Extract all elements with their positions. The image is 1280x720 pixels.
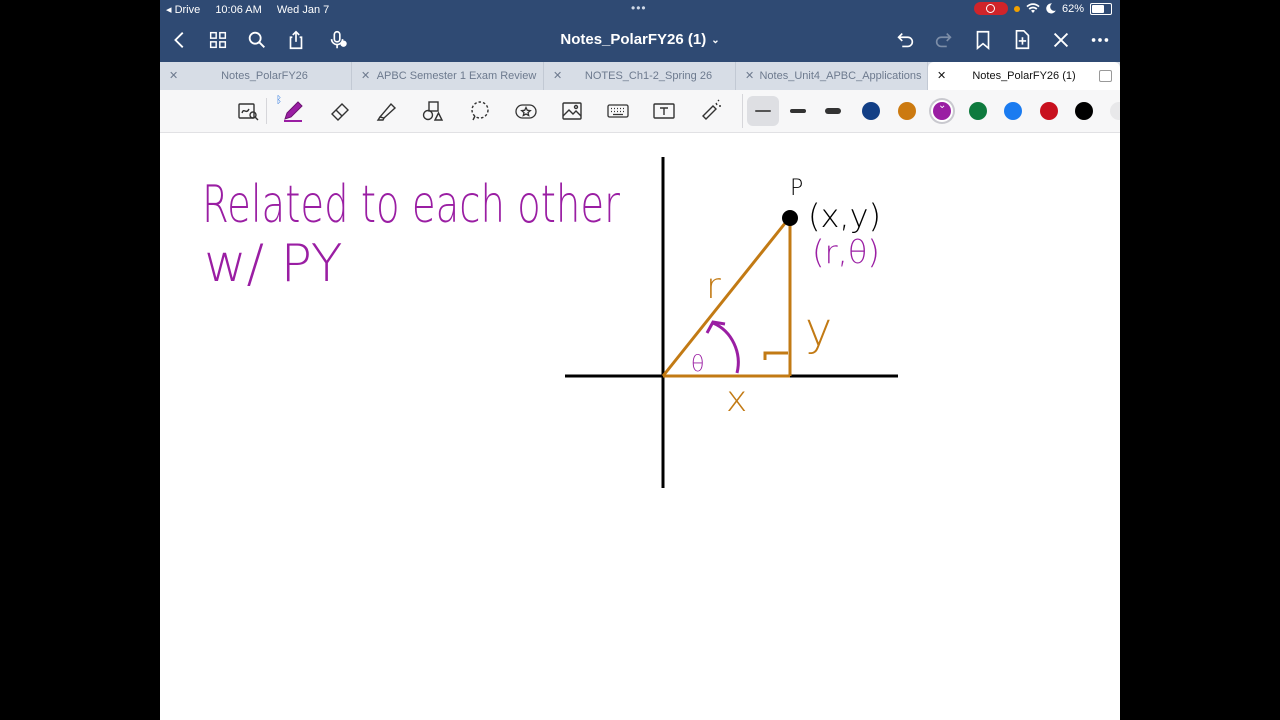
color-swatch[interactable] xyxy=(933,100,951,120)
stroke-medium-option[interactable] xyxy=(782,96,814,126)
chevron-down-icon: ⌄ xyxy=(711,35,720,46)
more-icon xyxy=(1091,38,1109,42)
multitask-dots[interactable]: ••• xyxy=(631,1,647,15)
more-button[interactable] xyxy=(1086,26,1114,54)
status-right: 62% xyxy=(973,2,1112,15)
image-icon xyxy=(562,102,582,120)
highlighter-tool[interactable] xyxy=(371,97,401,125)
tab-notes-polarfy26-1[interactable]: ✕ Notes_PolarFY26 (1) xyxy=(928,62,1120,90)
status-time: 10:06 AM xyxy=(215,4,262,16)
tab-notes-unit4[interactable]: ✕ Notes_Unit4_APBC_Applications xyxy=(736,62,928,90)
highlighter-icon xyxy=(376,102,397,121)
close-tab-icon[interactable]: ✕ xyxy=(361,69,370,82)
color-swatch[interactable] xyxy=(1039,102,1058,120)
angle-arc xyxy=(712,321,740,374)
battery-percent: 62% xyxy=(1061,2,1084,15)
toolbar-divider xyxy=(266,98,267,124)
r-label: r xyxy=(706,266,721,307)
sticker-tool[interactable] xyxy=(511,97,541,125)
undo-icon xyxy=(897,32,914,48)
laser-pointer-tool[interactable] xyxy=(696,97,726,125)
bookmark-icon xyxy=(976,30,990,51)
shapes-icon xyxy=(422,101,444,121)
handwritten-text-line-1: Related to each other xyxy=(202,175,620,235)
close-icon xyxy=(1053,32,1069,48)
color-swatch[interactable] xyxy=(968,102,987,120)
undo-button[interactable] xyxy=(891,26,919,54)
polar-coordinates-label: (r,θ) xyxy=(812,233,880,271)
add-page-icon xyxy=(1015,30,1030,50)
note-page-canvas[interactable]: Related to each other w/ PY P (x,y) (r,θ… xyxy=(160,133,1120,720)
color-swatch[interactable] xyxy=(1075,102,1093,120)
cartesian-coordinates-label: (x,y) xyxy=(808,197,881,235)
tab-apbc-semester-exam[interactable]: ✕ APBC Semester 1 Exam Review xyxy=(352,62,544,90)
document-tab-bar: ✕ Notes_PolarFY26 ✕ APBC Semester 1 Exam… xyxy=(160,62,1120,90)
close-document-button[interactable] xyxy=(1047,26,1075,54)
bookmark-button[interactable] xyxy=(969,26,997,54)
keyboard-icon xyxy=(607,104,629,118)
image-tool[interactable] xyxy=(557,97,587,125)
document-navbar: Notes_PolarFY26 (1) ⌄ xyxy=(160,18,1120,62)
point-p-label: P xyxy=(790,176,803,201)
laser-pointer-icon xyxy=(702,99,721,120)
zoom-window-icon xyxy=(238,103,259,121)
ink-layer[interactable]: Related to each other w/ PY P (x,y) (r,θ… xyxy=(160,133,1120,720)
close-tab-icon[interactable]: ✕ xyxy=(937,69,946,82)
color-swatch-more[interactable] xyxy=(1110,102,1120,120)
ipad-screen: ◂ Drive 10:06 AM Wed Jan 7 ••• 62% Notes… xyxy=(160,0,1120,720)
keyboard-tool[interactable] xyxy=(603,97,633,125)
add-page-button[interactable] xyxy=(1008,26,1036,54)
moon-icon xyxy=(1046,3,1056,14)
color-swatch[interactable] xyxy=(862,102,880,120)
toolbar-divider xyxy=(742,94,743,128)
stroke-thick-option[interactable] xyxy=(817,96,849,126)
handwritten-text-line-2: w/ PY xyxy=(204,234,343,294)
lasso-tool[interactable] xyxy=(465,97,495,125)
y-leg-label: y xyxy=(805,302,832,356)
close-tab-icon[interactable]: ✕ xyxy=(169,69,178,82)
color-swatch[interactable] xyxy=(897,102,916,120)
x-leg-label: x xyxy=(726,379,747,420)
annotation-toolbar: ᛒ xyxy=(160,90,1120,133)
theta-label: θ xyxy=(691,352,704,377)
pen-icon xyxy=(284,101,303,122)
lasso-icon xyxy=(471,101,489,121)
shapes-tool[interactable] xyxy=(418,97,448,125)
close-tab-icon[interactable]: ✕ xyxy=(553,69,562,82)
status-date: Wed Jan 7 xyxy=(276,4,330,16)
screen-record-icon[interactable] xyxy=(973,2,1008,15)
text-box-icon xyxy=(653,103,675,119)
eraser-icon xyxy=(331,103,349,121)
status-left: ◂ Drive 10:06 AM Wed Jan 7 xyxy=(166,3,341,16)
tab-notes-ch1-2[interactable]: ✕ NOTES_Ch1-2_Spring 26 xyxy=(544,62,736,90)
tab-window-icon[interactable] xyxy=(1099,70,1112,82)
tab-notes-polarfy26[interactable]: ✕ Notes_PolarFY26 xyxy=(160,62,352,90)
status-bar: ◂ Drive 10:06 AM Wed Jan 7 ••• 62% xyxy=(160,0,1120,18)
right-angle-mark xyxy=(763,351,788,360)
color-swatch[interactable] xyxy=(1004,102,1022,120)
text-tool[interactable] xyxy=(649,97,679,125)
redo-icon xyxy=(935,32,952,48)
back-to-app-link[interactable]: ◂ Drive xyxy=(166,4,200,16)
star-sticker-icon xyxy=(515,104,537,119)
wifi-icon xyxy=(1026,3,1040,13)
mic-indicator-icon xyxy=(1013,5,1020,12)
battery-icon xyxy=(1090,2,1112,15)
stroke-thin-option[interactable] xyxy=(747,96,779,126)
lasso-zoom-tool[interactable] xyxy=(233,97,263,125)
redo-button[interactable] xyxy=(930,26,958,54)
pen-tool[interactable] xyxy=(278,97,308,125)
point-p-dot xyxy=(782,210,798,226)
eraser-tool[interactable] xyxy=(325,97,355,125)
close-tab-icon[interactable]: ✕ xyxy=(745,69,754,82)
